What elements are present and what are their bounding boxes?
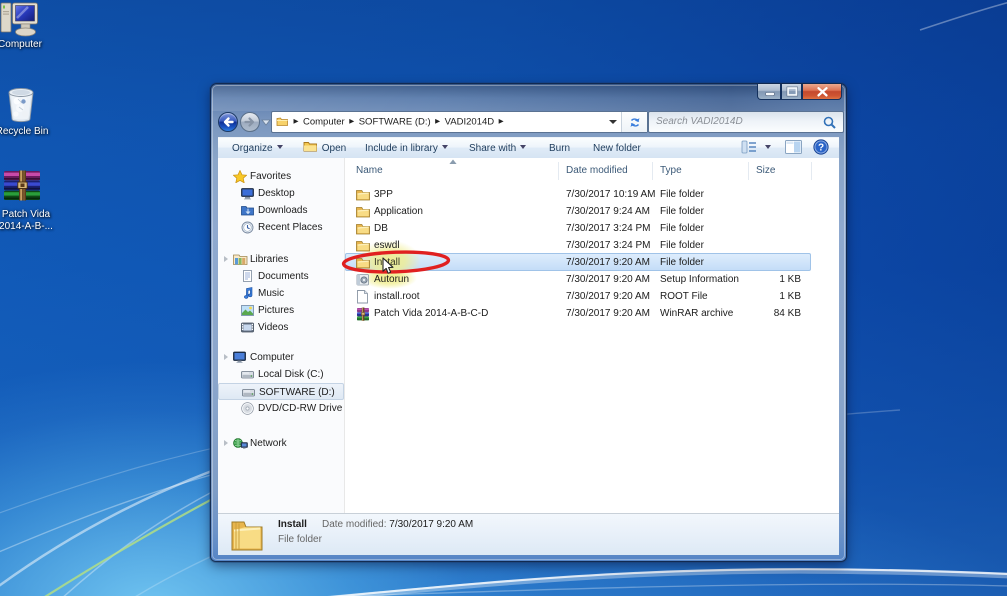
svg-text:?: ? [818, 143, 824, 154]
